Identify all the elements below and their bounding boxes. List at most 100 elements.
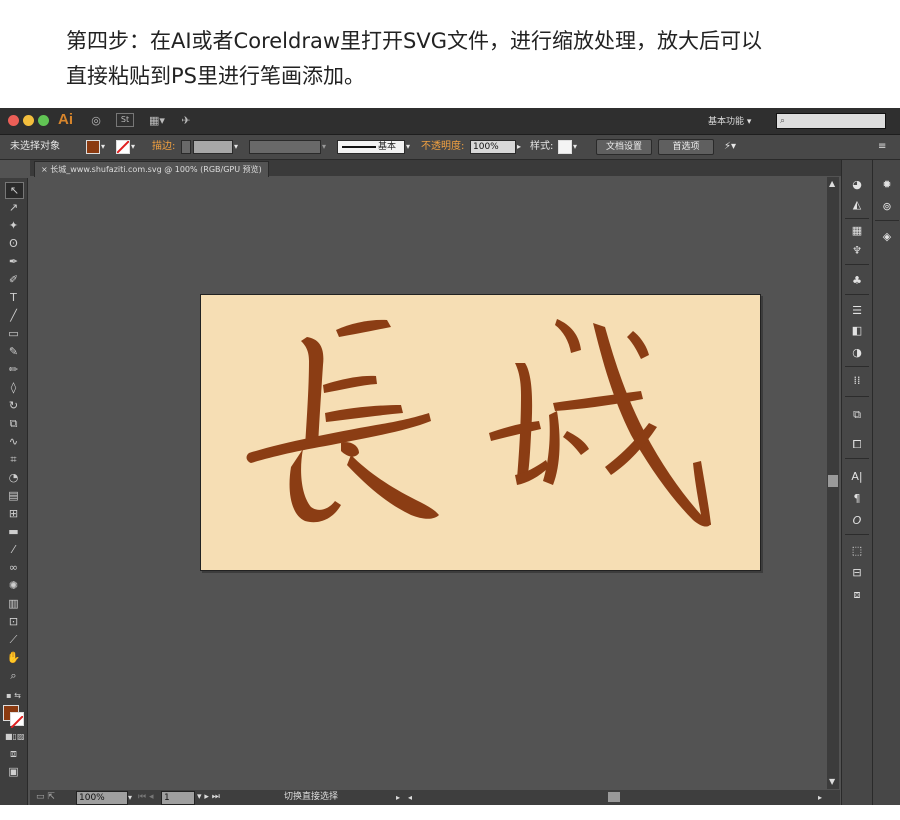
select-similar-icon[interactable]: ⚡▾ (724, 140, 736, 154)
perspective-grid-tool-icon[interactable]: ▤ (5, 488, 22, 503)
pen-tool-icon[interactable]: ✒ (5, 254, 22, 269)
curvature-tool-icon[interactable]: ✐ (5, 272, 22, 287)
stroke-swatch[interactable] (116, 140, 130, 154)
transparency-panel-icon[interactable]: ◑ (849, 346, 865, 360)
stroke-color-box[interactable] (10, 712, 24, 729)
fill-swatch[interactable] (86, 140, 100, 154)
artboard-number-input[interactable]: 1 (161, 791, 195, 805)
direct-selection-tool-icon[interactable]: ↗ (5, 200, 22, 215)
zoom-tool-icon[interactable]: ⌕ (5, 668, 22, 683)
zoom-window-button[interactable] (38, 115, 49, 126)
column-graph-tool-icon[interactable]: ▥ (5, 596, 22, 611)
status-menu-icon[interactable]: ▸ (396, 791, 400, 804)
align-panel-icon[interactable]: ⊟ (849, 566, 865, 580)
fill-dropdown-icon[interactable]: ▾ (101, 140, 105, 154)
transform-panel-icon[interactable]: ⬚ (849, 544, 865, 558)
stroke-dropdown-icon[interactable]: ▾ (131, 140, 135, 154)
gpu-performance-icon[interactable]: ✈ (178, 113, 194, 128)
zoom-dropdown-icon[interactable]: ▾ (128, 791, 132, 804)
artboard[interactable] (200, 294, 761, 571)
appearance-panel-icon[interactable]: ⁞⁞ (849, 374, 865, 388)
scroll-right-icon[interactable]: ▸ (818, 791, 822, 804)
pathfinder-panel-icon[interactable]: ⧈ (849, 588, 865, 602)
document-tab[interactable]: × 长城_www.shufaziti.com.svg @ 100% (RGB/G… (34, 161, 269, 177)
magic-wand-tool-icon[interactable]: ✦ (5, 218, 22, 233)
type-tool-icon[interactable]: T (5, 290, 22, 305)
color-guide-panel-icon[interactable]: ◭ (849, 198, 865, 212)
graphic-style-swatch[interactable] (558, 140, 572, 154)
symbol-sprayer-tool-icon[interactable]: ✺ (5, 578, 22, 593)
opacity-label[interactable]: 不透明度: (421, 140, 464, 154)
close-tab-icon[interactable]: × (41, 165, 48, 174)
next-artboard-icon[interactable]: ▾ ▸ ⏭ (197, 791, 220, 804)
layers-link-panel-icon[interactable]: ⧠ (849, 438, 865, 452)
free-transform-tool-icon[interactable]: ⌗ (5, 452, 22, 467)
stock-icon[interactable]: St (116, 113, 134, 127)
panel-menu-icon[interactable]: ≡ (878, 140, 886, 154)
eraser-tool-icon[interactable]: ◊ (5, 380, 22, 395)
calligraphy-artwork[interactable] (201, 295, 760, 570)
mesh-tool-icon[interactable]: ⊞ (5, 506, 22, 521)
line-tool-icon[interactable]: ╱ (5, 308, 22, 323)
scroll-left-icon[interactable]: ◂ (408, 791, 412, 804)
rotate-tool-icon[interactable]: ↻ (5, 398, 22, 413)
brush-definition[interactable]: 基本 (337, 140, 405, 154)
shape-builder-tool-icon[interactable]: ◔ (5, 470, 22, 485)
opacity-dropdown-icon[interactable]: ▸ (517, 140, 521, 154)
stroke-weight-stepper[interactable] (181, 140, 191, 154)
brush-dropdown-icon[interactable]: ▾ (406, 140, 410, 154)
gradient-tool-icon[interactable]: ▬ (5, 524, 22, 539)
layers-panel-icon[interactable]: ◈ (879, 230, 895, 244)
style-dropdown-icon[interactable]: ▾ (573, 140, 577, 154)
character-panel-icon[interactable]: A| (849, 470, 865, 484)
graphic-styles-panel-icon[interactable]: ⧉ (849, 408, 865, 422)
gradient-panel-icon[interactable]: ◧ (849, 324, 865, 338)
scale-tool-icon[interactable]: ⧉ (5, 416, 22, 431)
eyedropper-tool-icon[interactable]: ⁄ (5, 542, 22, 557)
document-setup-button[interactable]: 文档设置 (596, 139, 652, 155)
variable-width-profile[interactable] (249, 140, 321, 154)
stroke-label[interactable]: 描边: (152, 140, 175, 154)
bridge-icon[interactable]: ◎ (88, 113, 104, 128)
swatches-panel-icon[interactable]: ▦ (849, 224, 865, 238)
rectangle-tool-icon[interactable]: ▭ (5, 326, 22, 341)
pencil-tool-icon[interactable]: ✏ (5, 362, 22, 377)
opacity-input[interactable]: 100% (470, 140, 516, 154)
brushes-panel-icon[interactable]: ♆ (849, 244, 865, 258)
prev-artboard-icon[interactable]: ⏮ ◂ (138, 791, 153, 804)
preferences-button[interactable]: 首选项 (658, 139, 714, 155)
profile-dropdown-icon[interactable]: ▾ (322, 140, 326, 154)
horizontal-scroll-thumb[interactable] (608, 792, 620, 802)
artboard-nav-icon[interactable]: ▭ ⇱ (36, 791, 55, 804)
selection-tool-icon[interactable]: ↖ (5, 182, 24, 199)
slice-tool-icon[interactable]: ⟋ (5, 632, 22, 647)
paragraph-panel-icon[interactable]: ¶ (849, 492, 865, 506)
stroke-weight-input[interactable] (193, 140, 233, 154)
stroke-weight-dropdown-icon[interactable]: ▾ (234, 140, 238, 154)
arrange-documents-icon[interactable]: ▦▾ (146, 113, 168, 128)
warp-tool-icon[interactable]: ∿ (5, 434, 22, 449)
paintbrush-tool-icon[interactable]: ✎ (5, 344, 22, 359)
stroke-panel-icon[interactable]: ☰ (849, 304, 865, 318)
hand-tool-icon[interactable]: ✋ (5, 650, 22, 665)
zoom-level-input[interactable]: 100% (76, 791, 128, 805)
sun-panel-icon[interactable]: ✹ (879, 178, 895, 192)
links-panel-icon[interactable]: ⊚ (879, 200, 895, 214)
symbols-panel-icon[interactable]: ♣ (849, 274, 865, 288)
screen-mode-icon[interactable]: ▣ (5, 764, 22, 779)
artboard-tool-icon[interactable]: ⊡ (5, 614, 22, 629)
color-panel-icon[interactable]: ◕ (849, 178, 865, 192)
canvas-area[interactable] (30, 177, 827, 789)
drawing-mode-icon[interactable]: ⧈ (5, 746, 22, 761)
color-mode-icons[interactable]: ■▯▨ (5, 729, 25, 744)
minimize-window-button[interactable] (23, 115, 34, 126)
swap-fill-stroke-icon[interactable]: ▪ ⇆ (5, 688, 22, 703)
scroll-up-icon[interactable]: ▲ (829, 179, 835, 188)
vertical-scroll-thumb[interactable] (828, 475, 838, 487)
vertical-scrollbar[interactable]: ▲ ▼ (827, 177, 839, 789)
lasso-tool-icon[interactable]: ʘ (5, 236, 22, 251)
close-window-button[interactable] (8, 115, 19, 126)
blend-tool-icon[interactable]: ∞ (5, 560, 22, 575)
opentype-panel-icon[interactable]: O (849, 514, 865, 528)
workspace-switcher[interactable]: 基本功能 ▾ (708, 114, 751, 127)
